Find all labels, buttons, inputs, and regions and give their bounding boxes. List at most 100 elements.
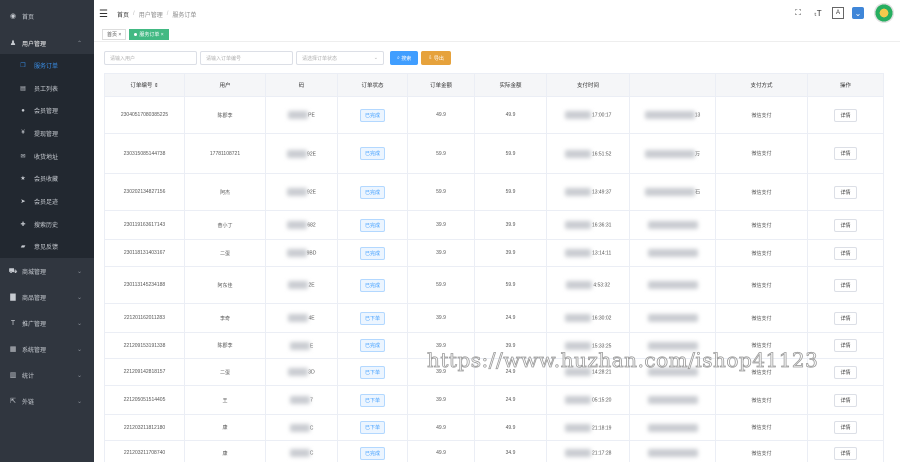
status-badge: 已下单 bbox=[359, 365, 385, 379]
sidebar-item-label: 商城管理 bbox=[22, 269, 47, 276]
order-number-input[interactable]: 请输入订单编号 bbox=[200, 51, 293, 65]
pay-type-cell: 微信支付 bbox=[715, 266, 808, 304]
sidebar-item-withdrawals[interactable]: ¥ 提现管理 bbox=[0, 122, 94, 145]
status-cell: 已下单 bbox=[337, 303, 408, 333]
actual-amount-cell: 49.9 bbox=[474, 414, 547, 441]
order-status-select[interactable]: 请选择订单状态 ⌄ bbox=[296, 51, 384, 65]
status-cell: 已完成 bbox=[337, 96, 408, 134]
chevron-down-icon: ⌄ bbox=[76, 320, 82, 327]
actual-amount-cell: 39.9 bbox=[474, 239, 547, 267]
sidebar-item-label: 会员足迹 bbox=[34, 199, 59, 206]
sidebar-item-feedback[interactable]: ▰ 意见反馈 bbox=[0, 236, 94, 259]
order-number-cell: 230119163617143 bbox=[104, 210, 185, 240]
detail-button[interactable]: 详情 bbox=[834, 147, 857, 160]
amount-cell: 39.9 bbox=[407, 303, 475, 333]
breadcrumb-separator: / bbox=[166, 11, 169, 17]
detail-button[interactable]: 详情 bbox=[834, 339, 857, 352]
phone-cell: 682 bbox=[265, 210, 338, 240]
table-row: 221203211708740 康 C 已完成 49.9 34.9 21:17:28 微信支… bbox=[104, 440, 884, 462]
detail-button[interactable]: 详情 bbox=[834, 246, 857, 260]
amount-cell: 59.9 bbox=[407, 133, 475, 174]
detail-button[interactable]: 详情 bbox=[834, 218, 857, 232]
amount-cell: 59.9 bbox=[407, 266, 475, 304]
bookmark-icon: ❒ bbox=[20, 62, 26, 69]
chevron-down-icon: ⌄ bbox=[373, 55, 378, 61]
detail-button[interactable]: 详情 bbox=[834, 446, 857, 460]
close-icon[interactable]: × bbox=[118, 32, 121, 38]
sidebar-item-user-management[interactable]: ♟ 用户管理 ⌃ bbox=[0, 32, 94, 54]
address-cell bbox=[629, 303, 716, 333]
export-button[interactable]: ⇩ 导出 bbox=[421, 51, 451, 65]
sidebar-item-favorites[interactable]: ★ 会员收藏 bbox=[0, 167, 94, 190]
send-icon: ➤ bbox=[20, 198, 26, 205]
sidebar-item-statistics[interactable]: ▥ 统计 ⌄ bbox=[0, 362, 94, 388]
sidebar-item-external-links[interactable]: ⇱ 外链 ⌄ bbox=[0, 388, 94, 414]
top-header: ☰ 首页 / 用户管理 / 服务订单 ⛶ ₜT A ⌄ bbox=[94, 0, 900, 28]
font-size-icon[interactable]: ₜT bbox=[812, 7, 824, 19]
tag-home[interactable]: 首页 × bbox=[102, 29, 127, 40]
sidebar-item-addresses[interactable]: ✉ 收货地址 bbox=[0, 145, 94, 168]
pay-type-cell: 微信支付 bbox=[715, 385, 808, 415]
breadcrumb-item[interactable]: 首页 bbox=[117, 10, 129, 19]
status-cell: 已下单 bbox=[337, 358, 408, 386]
search-button[interactable]: ⌕ 搜索 bbox=[390, 51, 419, 65]
sidebar-item-label: 意见反馈 bbox=[34, 245, 59, 252]
status-cell: 已下单 bbox=[337, 385, 408, 415]
status-cell: 已完成 bbox=[337, 133, 408, 174]
pay-time-cell: 21:17:28 bbox=[546, 440, 630, 462]
detail-button[interactable]: 详情 bbox=[834, 365, 857, 379]
sidebar-item-promotion[interactable]: T 推广管理 ⌄ bbox=[0, 310, 94, 336]
sidebar-item-members[interactable]: ● 会员管理 bbox=[0, 99, 94, 122]
column-header[interactable]: 订单编号 ⇕ bbox=[104, 73, 185, 97]
order-number-cell: 23040517080385225 bbox=[104, 96, 185, 134]
sidebar-item-search-history[interactable]: ✚ 搜索历史 bbox=[0, 213, 94, 236]
dropdown-icon[interactable]: ⌄ bbox=[852, 7, 864, 19]
tag-service-orders[interactable]: 服务订单 × bbox=[129, 29, 169, 40]
sidebar-item-label: 会员管理 bbox=[34, 109, 59, 116]
user-cell: 阿东佳 bbox=[184, 266, 266, 304]
pay-type-cell: 微信支付 bbox=[715, 133, 808, 174]
user-cell: 17781108721 bbox=[184, 133, 266, 174]
pay-type-cell: 微信支付 bbox=[715, 173, 808, 211]
redacted-block bbox=[564, 423, 591, 432]
sidebar-item-mall[interactable]: ⛟ 商城管理 ⌄ bbox=[0, 258, 94, 284]
detail-button[interactable]: 详情 bbox=[834, 108, 857, 122]
pay-time-cell: 4:53:32 bbox=[546, 266, 630, 304]
sidebar-item-products[interactable]: ▇ 商品管理 ⌄ bbox=[0, 284, 94, 310]
status-cell: 已完成 bbox=[337, 266, 408, 304]
orders-table: 订单编号 ⇕ 用户码订单状态 订单金额 实际金额 支付时间 支付方式 操作 23040517… bbox=[104, 73, 884, 462]
fullscreen-icon[interactable]: ⛶ bbox=[792, 7, 804, 19]
redacted-block bbox=[564, 249, 591, 257]
redacted-block bbox=[647, 221, 698, 229]
sidebar-item-home[interactable]: ◉ 首页 bbox=[0, 0, 94, 32]
detail-button[interactable]: 详情 bbox=[834, 185, 857, 199]
sidebar-item-service-orders[interactable]: ❒ 服务订单 bbox=[0, 54, 94, 77]
detail-button[interactable]: 详情 bbox=[834, 393, 857, 407]
user-cell: 陈郡李 bbox=[184, 96, 266, 134]
redacted-block bbox=[564, 449, 591, 457]
action-cell: 详情 bbox=[807, 303, 884, 333]
detail-button[interactable]: 详情 bbox=[834, 421, 857, 434]
user-search-input[interactable]: 请输入用户 bbox=[104, 51, 197, 65]
hamburger-menu-icon[interactable]: ☰ bbox=[99, 9, 109, 20]
amount-cell: 39.9 bbox=[407, 385, 475, 415]
table-row: 230202134827156 阿杰 92E 已完成 59.9 59.9 13:49:37… bbox=[104, 173, 884, 211]
close-icon[interactable]: × bbox=[161, 32, 164, 38]
external-link-icon: ⇱ bbox=[10, 398, 16, 406]
redacted-block bbox=[564, 111, 591, 119]
detail-button[interactable]: 详情 bbox=[834, 311, 857, 325]
detail-button[interactable]: 详情 bbox=[834, 278, 857, 292]
sidebar-item-footprints[interactable]: ➤ 会员足迹 bbox=[0, 190, 94, 213]
address-cell: 13 bbox=[629, 96, 716, 134]
actual-amount-cell: 59.9 bbox=[474, 266, 547, 304]
action-cell: 详情 bbox=[807, 210, 884, 240]
sidebar-item-staff-list[interactable]: ▤ 员工列表 bbox=[0, 77, 94, 100]
pay-type-cell: 微信支付 bbox=[715, 239, 808, 267]
translate-icon[interactable]: A bbox=[832, 7, 844, 19]
avatar[interactable] bbox=[874, 3, 894, 23]
folder-icon: ▇ bbox=[10, 294, 16, 302]
sidebar-item-system[interactable]: ▦ 系统管理 ⌄ bbox=[0, 336, 94, 362]
sidebar-item-label: 商品管理 bbox=[22, 295, 47, 302]
user-icon: ♟ bbox=[9, 40, 17, 47]
pay-time-cell: 16:36:31 bbox=[546, 210, 630, 240]
